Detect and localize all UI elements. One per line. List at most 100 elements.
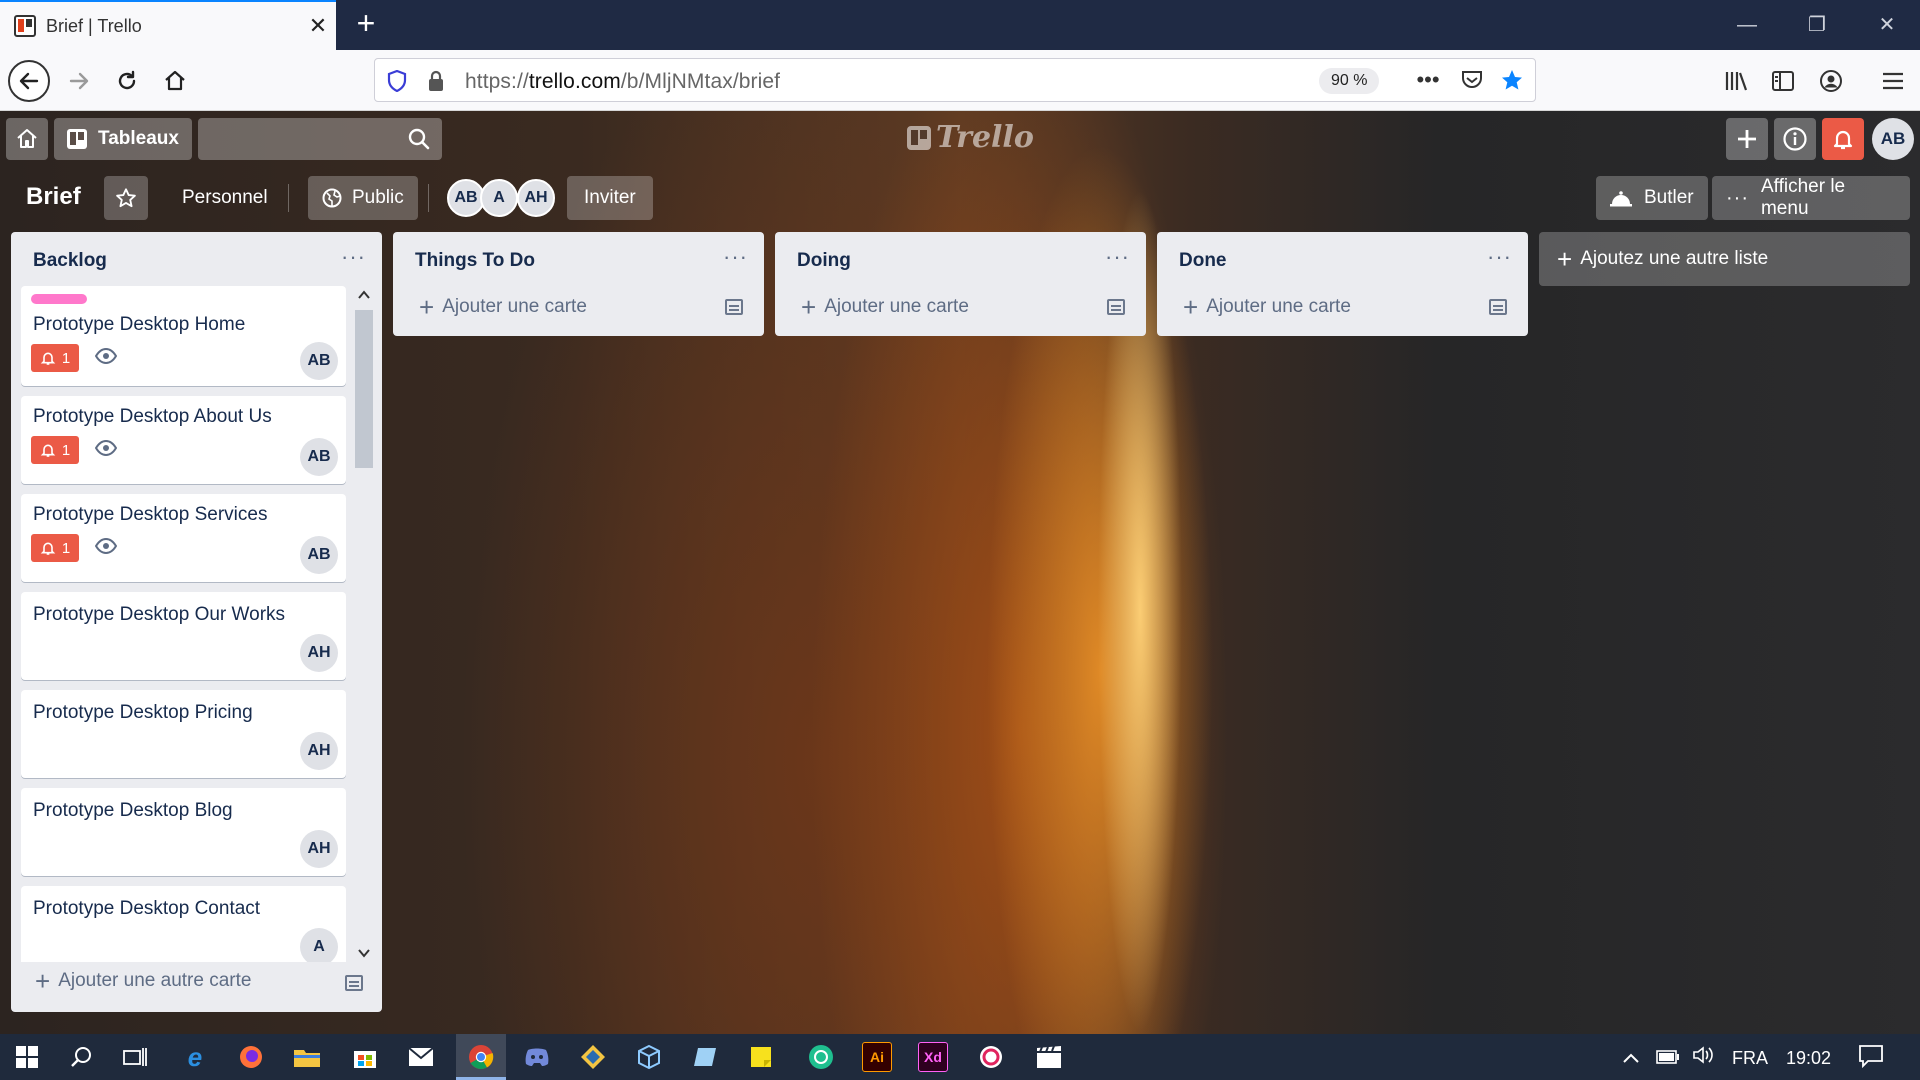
sourcetree-icon[interactable]: [578, 1042, 608, 1072]
scroll-up-icon[interactable]: [358, 290, 370, 300]
add-another-list-button[interactable]: + Ajoutez une autre liste: [1539, 232, 1910, 286]
list-scrollbar[interactable]: [351, 286, 377, 962]
clock[interactable]: 19:02: [1786, 1048, 1831, 1069]
account-icon[interactable]: [1814, 64, 1848, 98]
pocket-icon[interactable]: [1455, 63, 1489, 97]
board-search-input[interactable]: [198, 118, 442, 160]
scroll-down-icon[interactable]: [358, 948, 370, 958]
battery-icon[interactable]: [1656, 1048, 1680, 1069]
forward-button[interactable]: [58, 60, 100, 102]
card-member-avatar[interactable]: AB: [300, 438, 338, 476]
list-title[interactable]: Done: [1179, 250, 1227, 272]
notification-center-icon[interactable]: [1858, 1044, 1884, 1073]
card-member-avatar[interactable]: AH: [300, 830, 338, 868]
new-tab-button[interactable]: +: [348, 6, 384, 42]
url-text[interactable]: https://trello.com/b/MljNMtax/brief: [465, 70, 780, 94]
app-icon[interactable]: [976, 1042, 1006, 1072]
tray-chevron-up-icon[interactable]: [1622, 1048, 1640, 1069]
butler-button[interactable]: Butler: [1596, 176, 1708, 220]
card[interactable]: Prototype Desktop Services 1 AB: [21, 494, 346, 582]
minimize-button[interactable]: —: [1722, 8, 1772, 42]
card[interactable]: Prototype Desktop Blog AH: [21, 788, 346, 876]
store-icon[interactable]: [350, 1042, 380, 1072]
tracking-shield-icon[interactable]: [387, 70, 407, 92]
url-bar[interactable]: https://trello.com/b/MljNMtax/brief 90 %…: [374, 58, 1536, 102]
visibility-button[interactable]: Public: [308, 176, 418, 220]
card-member-avatar[interactable]: AB: [300, 342, 338, 380]
add-card-button[interactable]: + Ajouter une carte: [419, 294, 587, 320]
browser-tab[interactable]: Brief | Trello ✕: [0, 0, 336, 50]
add-another-card-button[interactable]: + Ajouter une autre carte: [35, 968, 251, 994]
card-template-icon[interactable]: [725, 299, 743, 315]
list-menu-icon[interactable]: ···: [1487, 244, 1512, 270]
list-title[interactable]: Backlog: [33, 250, 107, 272]
card[interactable]: Prototype Desktop About Us 1 AB: [21, 396, 346, 484]
tab-close-icon[interactable]: ✕: [300, 13, 336, 39]
list-title[interactable]: Things To Do: [415, 250, 535, 272]
due-badge[interactable]: 1: [31, 344, 79, 372]
board-title[interactable]: Brief: [26, 183, 81, 211]
video-editor-icon[interactable]: [1034, 1042, 1064, 1072]
language-indicator[interactable]: FRA: [1732, 1048, 1768, 1069]
back-button[interactable]: [8, 60, 50, 102]
mail-icon[interactable]: [406, 1042, 436, 1072]
team-button[interactable]: Personnel: [168, 176, 282, 220]
lock-icon[interactable]: [427, 70, 445, 92]
zoom-indicator[interactable]: 90 %: [1319, 68, 1380, 94]
add-card-button[interactable]: + Ajouter une carte: [1183, 294, 1351, 320]
home-button[interactable]: [154, 60, 196, 102]
illustrator-icon[interactable]: Ai: [862, 1042, 892, 1072]
xd-icon[interactable]: Xd: [918, 1042, 948, 1072]
card[interactable]: Prototype Desktop Contact A: [21, 886, 346, 962]
discord-icon[interactable]: [522, 1042, 552, 1072]
edge-icon[interactable]: e: [180, 1042, 210, 1072]
bookmark-star-icon[interactable]: [1495, 63, 1529, 97]
card-label-pink[interactable]: [31, 294, 87, 304]
card-template-icon[interactable]: [345, 975, 363, 991]
notifications-button[interactable]: [1822, 118, 1864, 160]
due-badge[interactable]: 1: [31, 436, 79, 464]
list-menu-icon[interactable]: ···: [341, 244, 366, 270]
window-close-button[interactable]: ✕: [1862, 8, 1912, 42]
library-icon[interactable]: [1720, 64, 1754, 98]
show-menu-button[interactable]: ··· Afficher le menu: [1712, 176, 1910, 220]
list-menu-icon[interactable]: ···: [1105, 244, 1130, 270]
create-button[interactable]: [1726, 118, 1768, 160]
card-member-avatar[interactable]: A: [300, 928, 338, 962]
info-button[interactable]: [1774, 118, 1816, 160]
reload-button[interactable]: [106, 60, 148, 102]
search-icon[interactable]: [66, 1042, 96, 1072]
file-explorer-icon[interactable]: [292, 1042, 322, 1072]
invite-button[interactable]: Inviter: [567, 176, 653, 220]
sidebar-icon[interactable]: [1766, 64, 1800, 98]
page-actions-icon[interactable]: •••: [1411, 63, 1445, 97]
add-card-button[interactable]: + Ajouter une carte: [801, 294, 969, 320]
user-avatar[interactable]: AB: [1872, 118, 1914, 160]
virtualbox-icon[interactable]: [634, 1042, 664, 1072]
star-board-button[interactable]: [104, 176, 148, 220]
member-avatar[interactable]: A: [480, 179, 518, 217]
task-view-icon[interactable]: [120, 1042, 150, 1072]
list-menu-icon[interactable]: ···: [723, 244, 748, 270]
card[interactable]: Prototype Desktop Home 1 AB: [21, 286, 346, 386]
card-member-avatar[interactable]: AH: [300, 634, 338, 672]
remote-desktop-icon[interactable]: [690, 1042, 720, 1072]
boards-button[interactable]: Tableaux: [54, 118, 192, 160]
scrollbar-thumb[interactable]: [355, 310, 373, 468]
member-avatar[interactable]: AH: [517, 179, 555, 217]
trello-logo[interactable]: Trello: [906, 120, 1034, 155]
windows-start-icon[interactable]: [12, 1042, 42, 1072]
sticky-notes-icon[interactable]: [746, 1042, 776, 1072]
card[interactable]: Prototype Desktop Our Works AH: [21, 592, 346, 680]
card-template-icon[interactable]: [1107, 299, 1125, 315]
volume-icon[interactable]: [1692, 1045, 1716, 1070]
hamburger-menu-icon[interactable]: [1876, 64, 1910, 98]
card-member-avatar[interactable]: AB: [300, 536, 338, 574]
card-member-avatar[interactable]: AH: [300, 732, 338, 770]
firefox-icon[interactable]: [236, 1042, 266, 1072]
trello-home-button[interactable]: [6, 118, 48, 160]
due-badge[interactable]: 1: [31, 534, 79, 562]
list-title[interactable]: Doing: [797, 250, 851, 272]
chat-app-icon[interactable]: [806, 1042, 836, 1072]
chrome-icon[interactable]: [466, 1042, 496, 1072]
